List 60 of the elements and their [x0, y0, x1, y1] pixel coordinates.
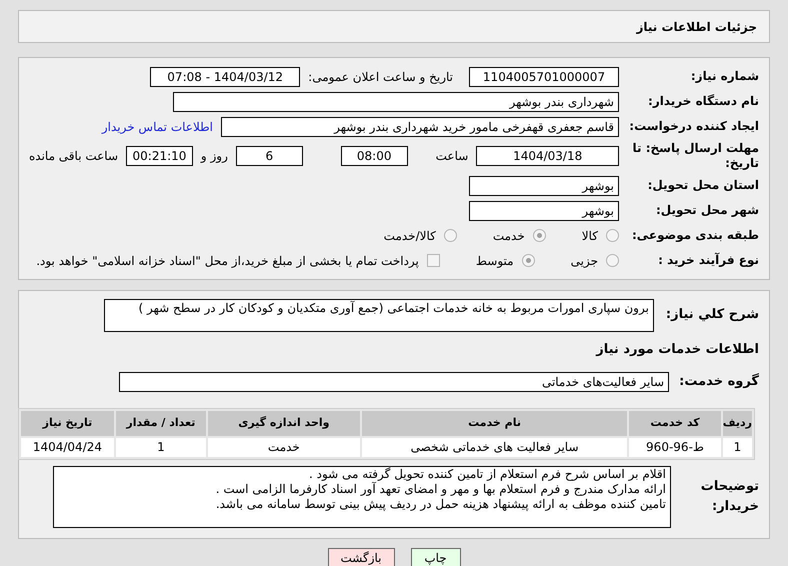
field-label: نام دستگاه خریدار: [647, 94, 759, 109]
text-field[interactable]: 00:21:10 [126, 146, 193, 166]
field-label: استان محل تحویل: [646, 178, 759, 193]
table-cell: 1404/04/24 [21, 438, 114, 456]
radio-button[interactable] [444, 229, 457, 242]
radio-label: جزیی [570, 252, 598, 270]
text-field[interactable]: بوشهر [469, 176, 619, 196]
checkbox[interactable] [426, 254, 440, 267]
text-field[interactable]: قاسم جعفری قهفرخی مامور خرید شهرداری بندر بوشهر [221, 116, 619, 136]
text-field[interactable]: 1404/03/12 - 07:08 [150, 66, 300, 86]
notes-line: اقلام بر اساس شرح فرم استعلام از تامین کننده تحویل گرفته می شود . [308, 466, 666, 482]
field-label: شهر محل تحویل: [654, 203, 759, 218]
field-label: گروه خدمت: [678, 372, 759, 391]
table-cell: خدمت [208, 438, 360, 456]
column-header: تعداد / مقدار [116, 410, 206, 436]
radio-label: متوسط [476, 252, 514, 270]
column-header: نام خدمت [362, 410, 628, 436]
text-field[interactable]: 1404/03/18 [476, 146, 619, 166]
text-field[interactable]: 08:00 [340, 146, 408, 166]
back-button[interactable]: بازگشت [328, 548, 394, 566]
field-label: توضیحات خریدار: [700, 478, 759, 516]
print-button[interactable]: چاپ [410, 548, 460, 566]
text-field[interactable]: سایر فعالیت‌های خدماتی [119, 372, 669, 392]
page-title: جزئیات اطلاعات نیاز [636, 18, 757, 36]
column-header: تاریخ نیاز [21, 410, 114, 436]
notes-line: ارائه مدارک مندرج و فرم استعلام بها و مهر و امضای تعهد آور اسناد کارفرما الزامی است . [214, 482, 666, 496]
field-label: اطلاعات خدمات مورد نیاز [594, 341, 759, 359]
field-label: تاریخ و ساعت اعلان عمومی: [308, 68, 453, 86]
text-field[interactable]: 1104005701000007 [469, 66, 619, 86]
field-label: ایجاد کننده درخواست: [628, 119, 759, 134]
days-label: روز و [200, 148, 228, 165]
radio-label: خدمت [492, 228, 525, 244]
text-field[interactable]: 6 [236, 146, 303, 166]
radio-label: کالا/خدمت [384, 228, 436, 244]
table-cell: 1 [116, 438, 206, 456]
column-header: ردیف [722, 410, 752, 436]
description-box[interactable]: برون سپاری امورات مربوط به خانه خدمات اجتماعی (جمع آوری متکدیان و کودکان کار در سطح شهر ) [104, 299, 654, 332]
table-cell: سایر فعالیت های خدماتی شخصی [362, 438, 628, 456]
table-cell: ط-96-960 [629, 438, 721, 456]
text-field[interactable]: بوشهر [469, 200, 619, 220]
radio-button[interactable] [606, 229, 619, 242]
column-header: کد خدمت [629, 410, 721, 436]
text-field[interactable]: شهرداری بندر بوشهر [173, 92, 619, 112]
payment-note: پرداخت تمام یا بخشی از مبلغ خرید،از محل "اسناد خزانه اسلامی" خواهد بود. [36, 252, 419, 270]
field-label: مهلت ارسال پاسخ: تا تاریخ: [632, 141, 759, 171]
time-label: ساعت [436, 148, 468, 165]
radio-button[interactable] [522, 254, 535, 267]
notes-line: تامین کننده موظف به ارائه پیشنهاد هزینه حمل در ردیف پیش بینی توسط سامانه می باشد. [214, 496, 666, 512]
column-header: واحد اندازه گیری [208, 410, 360, 436]
remaining-label: ساعت باقی مانده [28, 148, 118, 165]
table-cell: 1 [722, 438, 752, 456]
field-label: شماره نیاز: [690, 69, 759, 84]
radio-button[interactable] [532, 229, 546, 242]
radio-label: کالا [582, 228, 598, 244]
buyer-contact-link[interactable]: اطلاعات تماس خریدار [102, 118, 213, 136]
notes-box[interactable] [53, 466, 671, 528]
field-label: طبقه بندی موضوعی: [630, 228, 759, 243]
field-label: شرح کلي نیاز: [666, 306, 759, 324]
radio-button[interactable] [606, 254, 619, 267]
field-label: نوع فرآیند خرید : [657, 253, 759, 268]
